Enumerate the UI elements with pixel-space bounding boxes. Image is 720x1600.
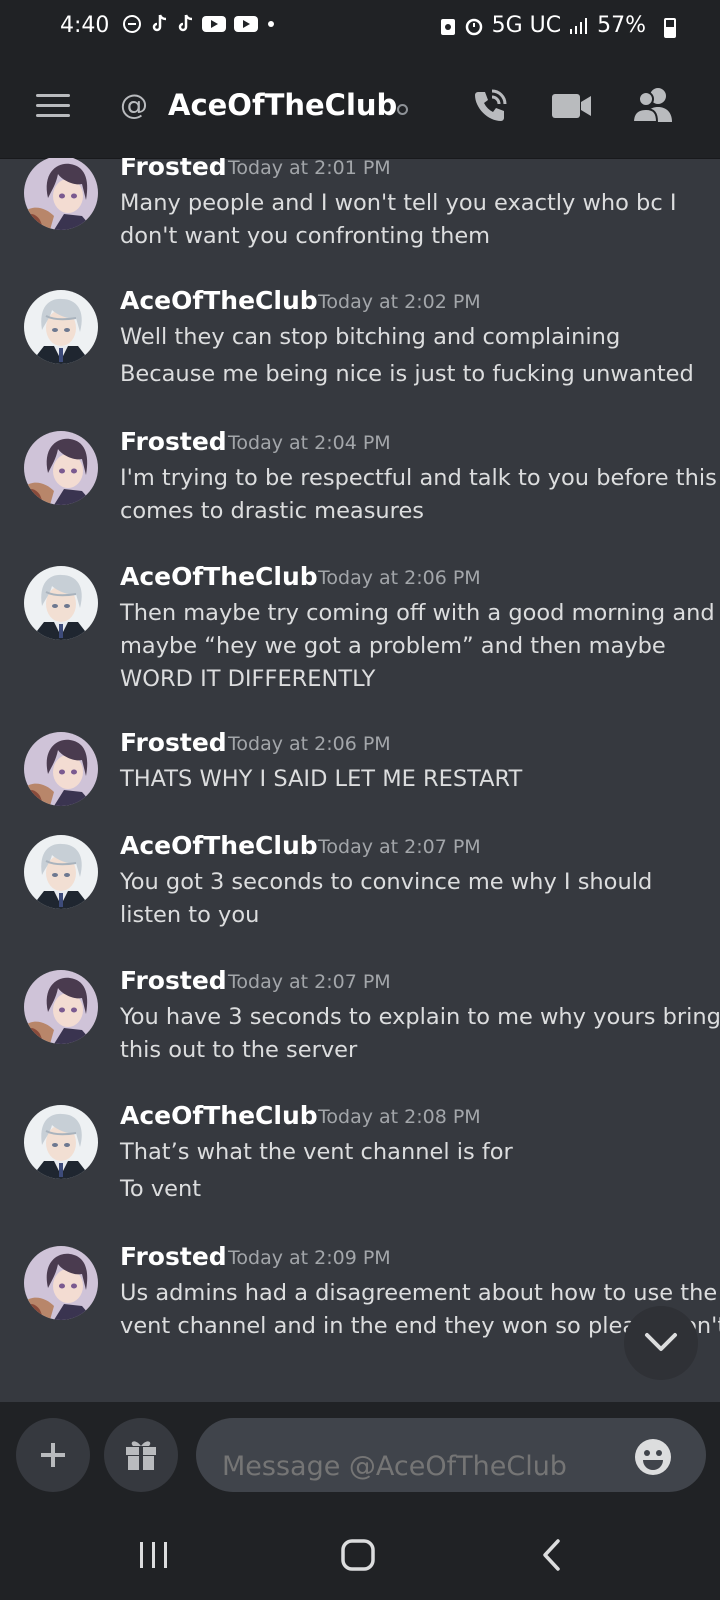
gift-button[interactable] <box>104 1418 178 1492</box>
message-timestamp: Today at 2:06 PM <box>228 733 391 755</box>
message-author[interactable]: AceOfTheClub <box>120 831 318 860</box>
status-bar: 4:40 5G UC 57% <box>0 0 720 54</box>
status-time: 4:40 <box>60 13 110 38</box>
notification-icons <box>122 14 276 34</box>
home-icon[interactable] <box>340 1538 376 1572</box>
message-text: comes to drastic measures <box>120 498 425 524</box>
message-timestamp: Today at 2:09 PM <box>228 1247 391 1269</box>
avatar[interactable] <box>24 732 98 806</box>
message-author[interactable]: Frosted <box>120 427 227 456</box>
gift-icon <box>126 1441 156 1470</box>
video-camera-icon[interactable] <box>552 92 592 120</box>
message-text: this out to the server <box>120 1037 358 1063</box>
message-author[interactable]: Frosted <box>120 728 227 757</box>
sync-icon <box>123 15 141 33</box>
battery-icon <box>664 18 676 38</box>
message-text: maybe “hey we got a problem” and then ma… <box>120 633 666 659</box>
message-timestamp: Today at 2:01 PM <box>228 158 391 179</box>
message-text: I'm trying to be respectful and talk to … <box>120 465 717 491</box>
message-timestamp: Today at 2:07 PM <box>228 971 391 993</box>
message-timestamp: Today at 2:07 PM <box>318 836 481 858</box>
signal-icon <box>570 17 588 34</box>
system-nav-bar <box>0 1508 720 1600</box>
message-author[interactable]: AceOfTheClub <box>120 286 318 315</box>
phone-call-icon[interactable] <box>470 86 510 126</box>
message-text: don't want you confronting them <box>120 223 491 249</box>
message-composer <box>0 1402 720 1508</box>
alarm-icon <box>465 18 482 35</box>
message-text: Then maybe try coming off with a good mo… <box>120 600 715 626</box>
message-text: WORD IT DIFFERENTLY <box>120 666 376 692</box>
hamburger-menu-icon[interactable] <box>36 94 70 118</box>
avatar[interactable] <box>24 1246 98 1320</box>
online-status-icon <box>397 104 408 115</box>
message-text: Us admins had a disagreement about how t… <box>120 1280 718 1306</box>
add-attachment-button[interactable] <box>16 1418 90 1492</box>
message-text: listen to you <box>120 902 260 928</box>
message-text: Because me being nice is just to fucking… <box>120 361 694 387</box>
dot-icon <box>268 21 274 27</box>
chevron-down-icon <box>645 1333 677 1351</box>
emoji-icon[interactable] <box>634 1438 672 1476</box>
channel-title: AceOfTheClub <box>168 88 398 122</box>
avatar[interactable] <box>24 158 98 230</box>
message-author[interactable]: Frosted <box>120 158 227 181</box>
avatar[interactable] <box>24 1105 98 1179</box>
message-author[interactable]: AceOfTheClub <box>120 1101 318 1130</box>
jump-to-present-button[interactable] <box>624 1306 698 1380</box>
message-timestamp: Today at 2:06 PM <box>318 567 481 589</box>
message-text: That’s what the vent channel is for <box>120 1139 513 1165</box>
avatar[interactable] <box>24 290 98 364</box>
message-list[interactable]: Frosted Today at 2:01 PM Many people and I… <box>0 158 720 1402</box>
battery-percent: 57% <box>597 13 646 38</box>
message-timestamp: Today at 2:08 PM <box>318 1106 481 1128</box>
status-right: 5G UC 57% <box>440 13 646 38</box>
avatar[interactable] <box>24 835 98 909</box>
back-icon[interactable] <box>540 1538 564 1572</box>
message-author[interactable]: Frosted <box>120 1242 227 1271</box>
tiktok-icon <box>178 14 193 32</box>
message-text: Well they can stop bitching and complain… <box>120 324 621 350</box>
plus-icon <box>41 1443 65 1467</box>
youtube-icon <box>234 16 258 32</box>
message-timestamp: Today at 2:02 PM <box>318 291 481 313</box>
youtube-icon <box>202 16 226 32</box>
tiktok-icon <box>152 14 167 32</box>
network-label: 5G UC <box>491 13 562 38</box>
avatar[interactable] <box>24 970 98 1044</box>
member-list-icon[interactable] <box>632 86 674 124</box>
message-text: THATS WHY I SAID LET ME RESTART <box>120 766 523 792</box>
battery-saver-icon <box>440 18 455 35</box>
avatar[interactable] <box>24 431 98 505</box>
channel-header: @ AceOfTheClub <box>0 54 720 159</box>
message-author[interactable]: AceOfTheClub <box>120 562 318 591</box>
message-input[interactable] <box>196 1418 706 1492</box>
dm-at-symbol: @ <box>120 88 148 121</box>
recent-apps-icon[interactable] <box>138 1540 170 1570</box>
avatar[interactable] <box>24 566 98 640</box>
message-text: To vent <box>120 1176 202 1202</box>
message-author[interactable]: Frosted <box>120 966 227 995</box>
message-text: You got 3 seconds to convince me why I s… <box>120 869 653 895</box>
message-text: Many people and I won't tell you exactly… <box>120 190 677 216</box>
message-text: You have 3 seconds to explain to me why … <box>120 1004 720 1030</box>
message-timestamp: Today at 2:04 PM <box>228 432 391 454</box>
